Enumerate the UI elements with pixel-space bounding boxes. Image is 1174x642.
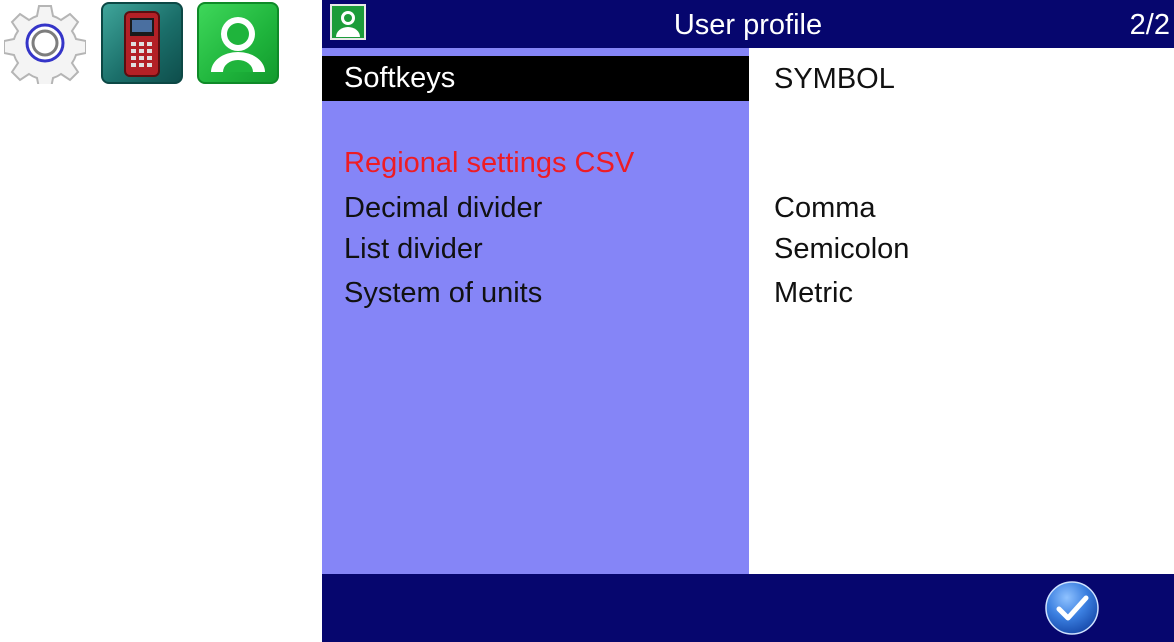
decimal-divider-value[interactable]: Comma <box>774 191 876 225</box>
settings-labels-panel: Softkeys Regional settings CSV Decimal d… <box>322 48 749 574</box>
system-of-units-label[interactable]: System of units <box>344 276 542 310</box>
decimal-divider-label[interactable]: Decimal divider <box>344 191 542 225</box>
page-title: User profile <box>673 9 823 41</box>
device-screen: User profile 2/2 Softkeys Regional setti… <box>322 0 1174 642</box>
page-indicator: 2/2 <box>1129 9 1170 41</box>
regional-settings-heading: Regional settings CSV <box>344 147 635 179</box>
softkeys-label: Softkeys <box>344 62 456 94</box>
softkeys-value[interactable]: SYMBOL <box>774 62 895 96</box>
list-divider-value[interactable]: Semicolon <box>774 232 909 266</box>
system-of-units-value[interactable]: Metric <box>774 276 853 310</box>
checkmark-icon[interactable] <box>1044 580 1100 636</box>
user-profile-icon[interactable] <box>197 2 279 84</box>
list-divider-label[interactable]: List divider <box>344 232 483 266</box>
softkeys-row-selected[interactable]: Softkeys <box>322 56 749 101</box>
title-bar: User profile 2/2 <box>322 0 1174 48</box>
settings-gear-icon[interactable] <box>3 2 87 89</box>
bottom-bar <box>322 574 1174 642</box>
settings-values-panel: SYMBOL Comma Semicolon Metric <box>749 48 1174 574</box>
device-icon[interactable] <box>101 2 183 84</box>
